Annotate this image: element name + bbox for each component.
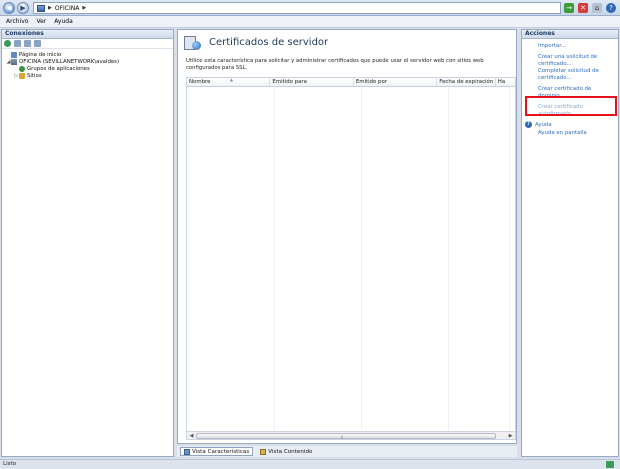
home-icon[interactable]: ⌂ (592, 3, 602, 13)
status-bar: Listo (0, 459, 620, 469)
server-icon (37, 4, 45, 12)
tab-features-view[interactable]: Vista Características (180, 447, 254, 456)
page-title: Certificados de servidor (209, 37, 329, 48)
app-pool-icon (19, 65, 25, 72)
forward-button[interactable]: ▶ (17, 2, 29, 14)
tree-item-label: OFICINA (SEVILLANETWORK\avaldes) (19, 58, 120, 65)
column-header-nombre[interactable]: Nombre (187, 78, 271, 86)
action-ayuda[interactable]: ? Ayuda (522, 121, 618, 128)
breadcrumb-oficina[interactable]: OFICINA (55, 5, 80, 12)
folder-icon[interactable] (24, 40, 31, 47)
view-tabs: Vista Características Vista Contenido (177, 446, 517, 457)
table-header: ▲ Nombre Emitido para Emitido por Fecha … (187, 78, 515, 87)
column-header-hash[interactable]: Ha (496, 78, 515, 86)
sort-ascending-icon: ▲ (230, 77, 234, 82)
breadcrumb-arrow-icon: ▶ (48, 5, 52, 11)
page-description: Utilice esta característica para solicit… (186, 58, 484, 71)
menu-archivo[interactable]: Archivo (6, 18, 28, 25)
features-view-icon (184, 448, 190, 455)
grip-icon: ||| (341, 435, 343, 440)
sites-icon (19, 72, 25, 79)
status-text: Listo (3, 461, 17, 467)
server-certificate-icon (183, 35, 201, 51)
go-icon[interactable]: → (564, 3, 574, 13)
tree-item-start-page[interactable]: Página de inicio (2, 51, 173, 58)
menu-ayuda[interactable]: Ayuda (54, 18, 73, 25)
address-toolbar: ◀ ▶ ▶ OFICINA ▶ → ✕ ⌂ ? (0, 0, 620, 16)
actions-panel: Acciones Importar... Crear una solicitud… (521, 29, 619, 457)
scrollbar-thumb[interactable]: ||| (196, 433, 496, 439)
address-box[interactable]: ▶ OFICINA ▶ (33, 2, 561, 14)
remove-connection-icon[interactable] (34, 40, 41, 47)
home-icon (11, 51, 17, 58)
tree-item-label: Sitios (27, 72, 42, 79)
connections-tree: Página de inicio ◢ OFICINA (SEVILLANETWO… (2, 49, 173, 79)
action-importar[interactable]: Importar... (522, 43, 618, 50)
actions-header: Acciones (522, 30, 618, 39)
horizontal-scrollbar[interactable]: ◀ ||| ▶ (187, 431, 515, 439)
server-icon (11, 58, 17, 65)
column-header-fecha-expiracion[interactable]: Fecha de expiración (437, 78, 496, 86)
title-row: Certificados de servidor (178, 30, 516, 55)
actions-list: Importar... Crear una solicitud de certi… (522, 39, 618, 137)
tree-item-label: Grupos de aplicaciones (27, 65, 90, 72)
connect-icon[interactable] (4, 40, 11, 47)
help-icon[interactable]: ? (606, 3, 616, 13)
breadcrumb-arrow-icon[interactable]: ▶ (82, 5, 86, 11)
certificates-table[interactable]: ▲ Nombre Emitido para Emitido por Fecha … (186, 77, 516, 440)
highlight-box (525, 96, 617, 116)
back-button[interactable]: ◀ (3, 2, 15, 14)
scroll-right-icon[interactable]: ▶ (507, 433, 514, 439)
connections-panel: Conexiones Página de inicio ◢ OFICINA (S… (1, 29, 174, 457)
action-crear-solicitud[interactable]: Crear una solicitud de certificado... (522, 54, 618, 68)
save-icon[interactable] (14, 40, 21, 47)
column-header-emitido-por[interactable]: Emitido por (354, 78, 438, 86)
action-completar-solicitud[interactable]: Completar solicitud de certificado... (522, 68, 618, 82)
action-ayuda-en-pantalla[interactable]: Ayuda en pantalla (522, 130, 618, 137)
tree-item-app-pools[interactable]: Grupos de aplicaciones (2, 65, 173, 72)
network-status-icon (606, 461, 614, 468)
menu-ver[interactable]: Ver (36, 18, 46, 25)
connections-header: Conexiones (2, 30, 173, 39)
tab-label: Vista Contenido (268, 448, 313, 455)
toolbar-icons: → ✕ ⌂ ? (564, 3, 616, 13)
connections-toolbar (2, 39, 173, 49)
tree-item-server[interactable]: ◢ OFICINA (SEVILLANETWORK\avaldes) (2, 58, 173, 65)
main-panel: Certificados de servidor Utilice esta ca… (177, 29, 517, 444)
action-label: Ayuda (535, 121, 552, 128)
tab-label: Vista Características (192, 448, 250, 455)
menu-bar: Archivo Ver Ayuda (0, 16, 620, 28)
column-header-emitido-para[interactable]: Emitido para (270, 78, 354, 86)
help-icon: ? (525, 121, 532, 128)
tree-item-label: Página de inicio (19, 51, 62, 58)
tree-item-sites[interactable]: ▷ Sitios (2, 72, 173, 79)
scroll-left-icon[interactable]: ◀ (188, 433, 195, 439)
tab-content-view[interactable]: Vista Contenido (257, 447, 315, 456)
stop-icon[interactable]: ✕ (578, 3, 588, 13)
content-view-icon (260, 448, 267, 455)
